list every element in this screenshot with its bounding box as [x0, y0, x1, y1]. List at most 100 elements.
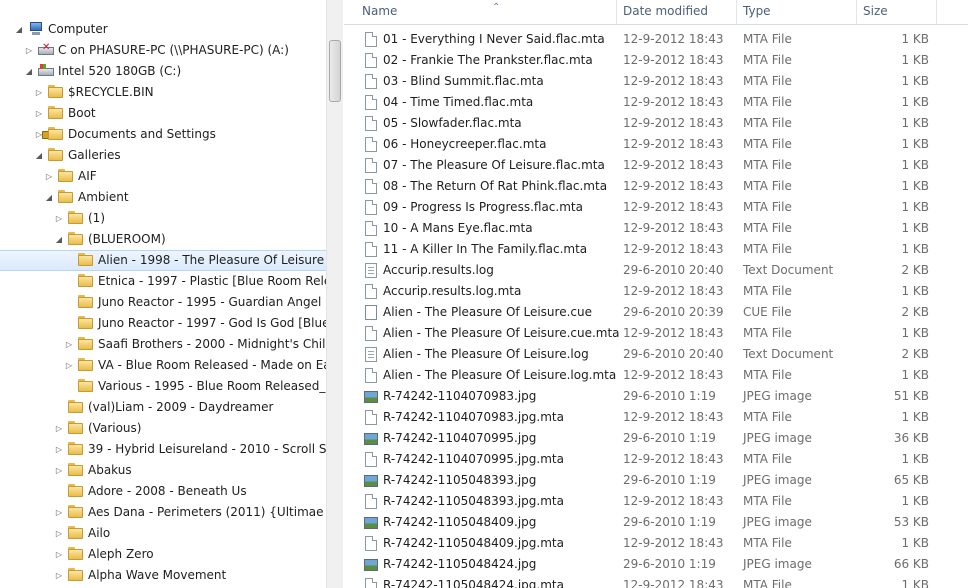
- file-list-pane[interactable]: Name ⌃ Date modified Type Size 01 - Ever…: [344, 0, 968, 588]
- tree-node[interactable]: ▷ 39 - Hybrid Leisureland - 2010 - Scroll…: [0, 439, 326, 460]
- file-row[interactable]: 08 - The Return Of Rat Phink.flac.mta 12-…: [344, 176, 968, 197]
- tree-node[interactable]: ▷ Documents and Settings: [0, 124, 326, 145]
- collapsed-arrow-icon[interactable]: ▷: [54, 208, 64, 229]
- file-row[interactable]: Alien - The Pleasure Of Leisure.log.mta 1…: [344, 365, 968, 386]
- collapsed-arrow-icon[interactable]: ▷: [64, 334, 74, 355]
- column-header-name[interactable]: Name ⌃: [356, 0, 617, 24]
- tree-node[interactable]: ▷ Aleph Zero: [0, 544, 326, 565]
- file-size: 51 KB: [893, 389, 929, 403]
- expanded-arrow-icon[interactable]: ◢: [54, 229, 64, 250]
- column-header-date-label: Date modified: [623, 4, 709, 18]
- column-header-size[interactable]: Size: [857, 0, 937, 24]
- file-type: MTA File: [743, 536, 792, 550]
- file-size: 53 KB: [893, 515, 929, 529]
- collapsed-arrow-icon[interactable]: ▷: [44, 166, 54, 187]
- file-row[interactable]: R-74242-1105048424.jpg.mta 12-9-2012 18:4…: [344, 575, 968, 588]
- file-name: R-74242-1105048409.jpg: [383, 515, 537, 529]
- tree-node[interactable]: ◢ Computer: [0, 19, 326, 40]
- expanded-arrow-icon[interactable]: ◢: [24, 61, 34, 82]
- tree-node[interactable]: Etnica - 1997 - Plastic [Blue Room Relea…: [0, 271, 326, 292]
- file-row[interactable]: R-74242-1105048409.jpg 29-6-2010 1:19 JPEG…: [344, 512, 968, 533]
- file-row[interactable]: 01 - Everything I Never Said.flac.mta 12-…: [344, 29, 968, 50]
- file-row[interactable]: 05 - Slowfader.flac.mta 12-9-2012 18:43 MT…: [344, 113, 968, 134]
- file-row[interactable]: 03 - Blind Summit.flac.mta 12-9-2012 18:4…: [344, 71, 968, 92]
- file-row[interactable]: R-74242-1105048393.jpg 29-6-2010 1:19 JPEG…: [344, 470, 968, 491]
- file-name: R-74242-1104070983.jpg: [383, 389, 537, 403]
- tree-node[interactable]: Alien - 1998 - The Pleasure Of Leisure […: [0, 250, 326, 271]
- tree-node[interactable]: (val)Liam - 2009 - Daydreamer: [0, 397, 326, 418]
- tree-node[interactable]: Juno Reactor - 1997 - God Is God [Blue R…: [0, 313, 326, 334]
- tree-node[interactable]: ▷ ✕ C on PHASURE-PC (\\PHASURE-PC) (A:): [0, 40, 326, 61]
- tree-node-label: $RECYCLE.BIN: [68, 85, 154, 99]
- file-row[interactable]: 10 - A Mans Eye.flac.mta 12-9-2012 18:43 M…: [344, 218, 968, 239]
- file-row[interactable]: Alien - The Pleasure Of Leisure.cue.mta 1…: [344, 323, 968, 344]
- tree-node[interactable]: ▷ (Various): [0, 418, 326, 439]
- folder-icon: [68, 568, 84, 582]
- file-row[interactable]: 04 - Time Timed.flac.mta 12-9-2012 18:43 M…: [344, 92, 968, 113]
- expanded-arrow-icon[interactable]: ◢: [34, 145, 44, 166]
- tree-node[interactable]: ◢ Intel 520 180GB (C:): [0, 61, 326, 82]
- collapsed-arrow-icon[interactable]: ▷: [54, 502, 64, 523]
- tree-node-label: Aleph Zero: [88, 547, 154, 561]
- tree-node[interactable]: ▷ $RECYCLE.BIN: [0, 82, 326, 103]
- text-file-icon: [365, 263, 377, 278]
- file-row[interactable]: R-74242-1104070995.jpg.mta 12-9-2012 18:4…: [344, 449, 968, 470]
- file-type: MTA File: [743, 200, 792, 214]
- file-row[interactable]: R-74242-1105048424.jpg 29-6-2010 1:19 JPEG…: [344, 554, 968, 575]
- file-row[interactable]: 06 - Honeycreeper.flac.mta 12-9-2012 18:4…: [344, 134, 968, 155]
- file-row[interactable]: R-74242-1105048409.jpg.mta 12-9-2012 18:4…: [344, 533, 968, 554]
- collapsed-arrow-icon[interactable]: ▷: [54, 544, 64, 565]
- file-date-modified: 12-9-2012 18:43: [623, 116, 724, 130]
- column-header-date[interactable]: Date modified: [617, 0, 737, 24]
- collapsed-arrow-icon[interactable]: ▷: [54, 460, 64, 481]
- tree-node[interactable]: Various - 1995 - Blue Room Released_ Vol…: [0, 376, 326, 397]
- tree-vertical-scrollbar[interactable]: [326, 0, 343, 588]
- collapsed-arrow-icon[interactable]: ▷: [54, 565, 64, 586]
- file-row[interactable]: 07 - The Pleasure Of Leisure.flac.mta 12-…: [344, 155, 968, 176]
- tree-node[interactable]: ▷ VA - Blue Room Released - Made on Earth…: [0, 355, 326, 376]
- tree-node[interactable]: ▷ Aes Dana - Perimeters (2011) {Ultimae R…: [0, 502, 326, 523]
- expanded-arrow-icon[interactable]: ◢: [44, 187, 54, 208]
- tree-scrollbar-thumb[interactable]: [329, 40, 341, 102]
- tree-node[interactable]: Juno Reactor - 1995 - Guardian Angel [Bl…: [0, 292, 326, 313]
- collapsed-arrow-icon[interactable]: ▷: [34, 82, 44, 103]
- tree-node[interactable]: ◢ Galleries: [0, 145, 326, 166]
- file-row[interactable]: R-74242-1104070995.jpg 29-6-2010 1:19 JPEG…: [344, 428, 968, 449]
- tree-node-label: AIF: [78, 169, 97, 183]
- tree-node[interactable]: ▷ Ailo: [0, 523, 326, 544]
- file-row[interactable]: Alien - The Pleasure Of Leisure.log 29-6-…: [344, 344, 968, 365]
- file-row[interactable]: Accurip.results.log 29-6-2010 20:40 Text D…: [344, 260, 968, 281]
- collapsed-arrow-icon[interactable]: ▷: [34, 103, 44, 124]
- file-name: 05 - Slowfader.flac.mta: [383, 116, 522, 130]
- tree-node[interactable]: ▷ (1): [0, 208, 326, 229]
- collapsed-arrow-icon[interactable]: ▷: [24, 40, 34, 61]
- tree-node[interactable]: ▷ Abakus: [0, 460, 326, 481]
- tree-node[interactable]: ◢ (BLUEROOM): [0, 229, 326, 250]
- file-size: 1 KB: [901, 221, 929, 235]
- folder-icon: [78, 295, 94, 309]
- file-row[interactable]: R-74242-1104070983.jpg.mta 12-9-2012 18:4…: [344, 407, 968, 428]
- tree-node[interactable]: ◢ Ambient: [0, 187, 326, 208]
- file-row[interactable]: Accurip.results.log.mta 12-9-2012 18:43 MT…: [344, 281, 968, 302]
- tree-node[interactable]: ▷ AIF: [0, 166, 326, 187]
- file-row[interactable]: 02 - Frankie The Prankster.flac.mta 12-9-…: [344, 50, 968, 71]
- collapsed-arrow-icon[interactable]: ▷: [54, 439, 64, 460]
- tree-node[interactable]: Adore - 2008 - Beneath Us: [0, 481, 326, 502]
- mta-file-icon: [365, 326, 377, 341]
- tree-node[interactable]: ▷ Alpha Wave Movement: [0, 565, 326, 586]
- file-row[interactable]: Alien - The Pleasure Of Leisure.cue 29-6-…: [344, 302, 968, 323]
- file-row[interactable]: R-74242-1104070983.jpg 29-6-2010 1:19 JPEG…: [344, 386, 968, 407]
- column-header-type[interactable]: Type: [737, 0, 857, 24]
- collapsed-arrow-icon[interactable]: ▷: [54, 418, 64, 439]
- collapsed-arrow-icon[interactable]: ▷: [54, 523, 64, 544]
- file-row[interactable]: 09 - Progress Is Progress.flac.mta 12-9-2…: [344, 197, 968, 218]
- file-row[interactable]: 11 - A Killer In The Family.flac.mta 12-9…: [344, 239, 968, 260]
- file-size: 1 KB: [901, 284, 929, 298]
- collapsed-arrow-icon[interactable]: ▷: [64, 355, 74, 376]
- mta-file-icon: [365, 410, 377, 425]
- file-row[interactable]: R-74242-1105048393.jpg.mta 12-9-2012 18:4…: [344, 491, 968, 512]
- tree-node[interactable]: ▷ Boot: [0, 103, 326, 124]
- expanded-arrow-icon[interactable]: ◢: [14, 19, 24, 40]
- navigation-tree-pane[interactable]: ◢ Computer ▷ ✕ C on PHASURE-PC (\\PHASURE-PC…: [0, 0, 326, 588]
- tree-node[interactable]: ▷ Saafi Brothers - 2000 - Midnight's Chil…: [0, 334, 326, 355]
